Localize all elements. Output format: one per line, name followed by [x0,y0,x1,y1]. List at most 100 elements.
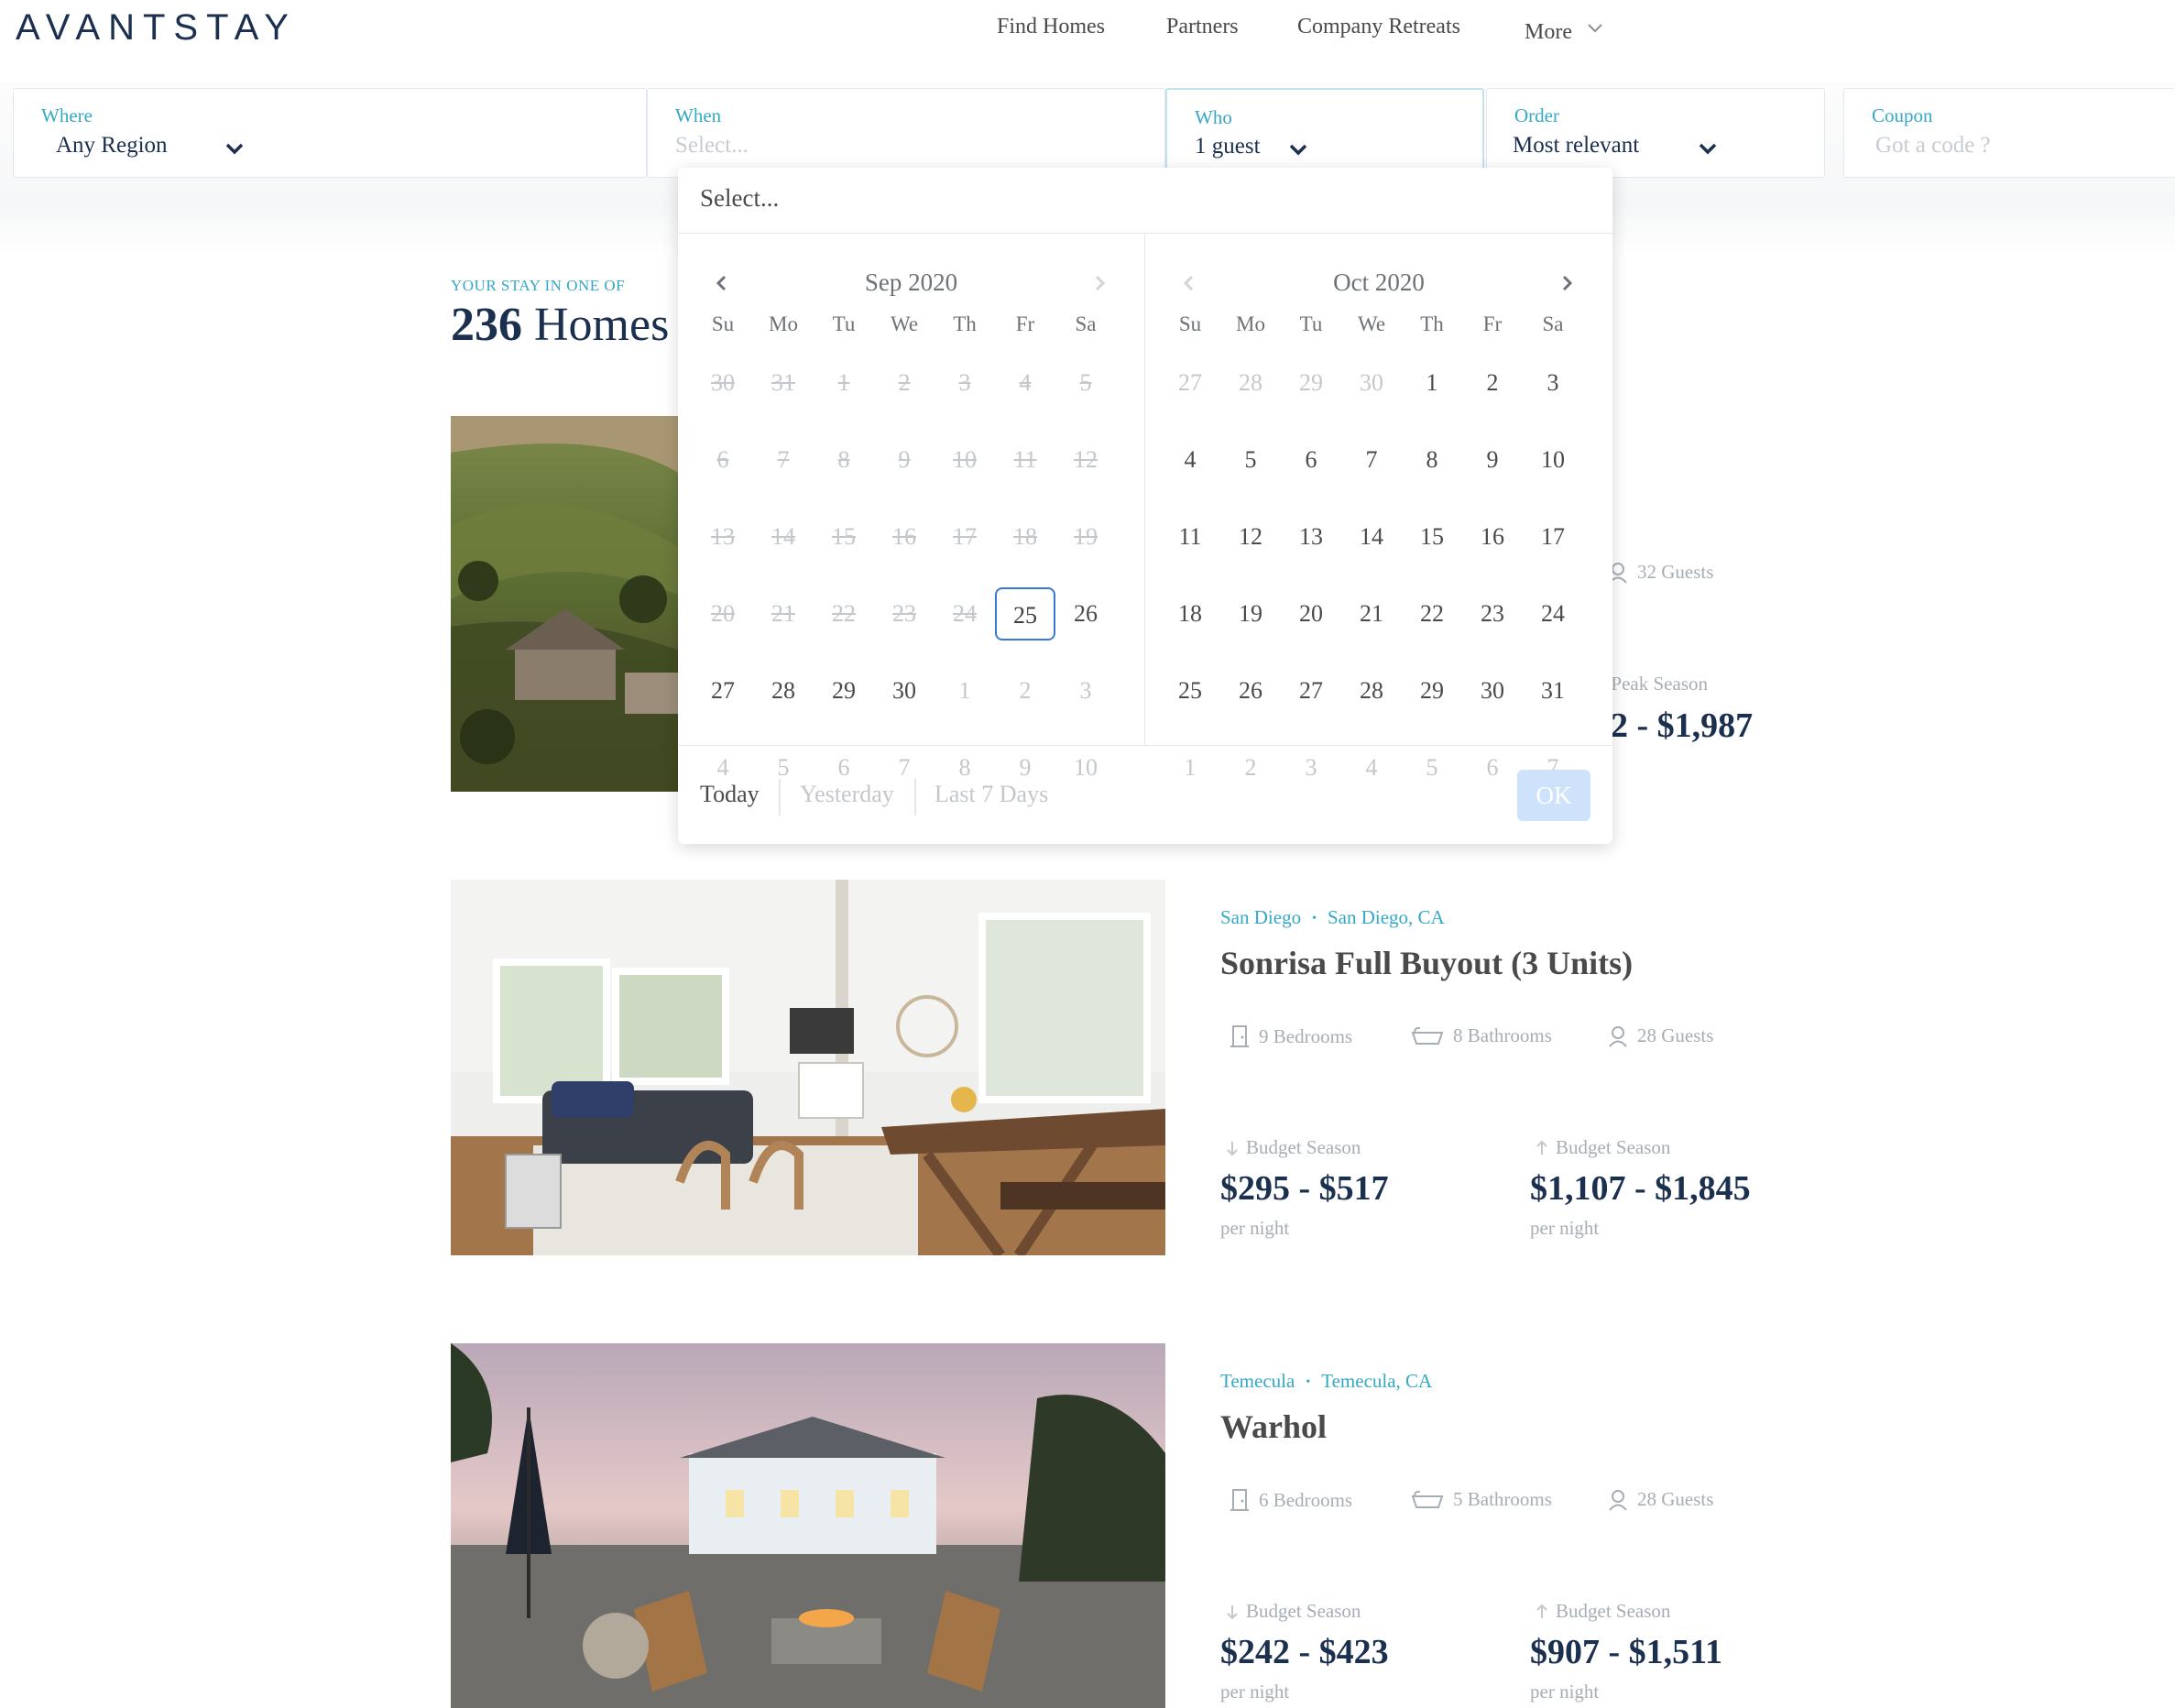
day-cell[interactable]: 27 [1160,356,1220,410]
bathtub-icon [1411,1026,1444,1045]
day-cell[interactable]: 30 [1462,664,1523,717]
week-row: 30 31 1 2 3 4 5 [693,356,1116,410]
day-cell[interactable]: 30 [874,664,934,717]
listing-3-city[interactable]: Temecula, CA [1321,1370,1432,1392]
chevron-down-icon [1699,143,1717,155]
day-cell[interactable]: 22 [1402,587,1462,640]
day-cell[interactable]: 23 [1462,587,1523,640]
ok-button[interactable]: OK [1517,770,1590,821]
day-cell[interactable]: 1 [1402,356,1462,410]
day-cell[interactable]: 4 [1160,433,1220,487]
day-cell[interactable]: 3 [1523,356,1583,410]
nav-partners[interactable]: Partners [1166,15,1239,39]
filter-coupon-input[interactable]: Got a code ? [1875,133,1991,159]
day-cell[interactable]: 13 [1281,510,1341,564]
listing-image-2[interactable] [451,880,1165,1255]
range-last-7-days-button[interactable]: Last 7 Days [934,781,1048,808]
day-cell[interactable]: 27 [693,664,753,717]
day-cell[interactable]: 21 [1341,587,1402,640]
day-cell[interactable]: 28 [1341,664,1402,717]
listing-3-title[interactable]: Warhol [1220,1407,1327,1446]
day-cell[interactable]: 12 [1220,510,1281,564]
week-row: 4 5 6 7 8 9 10 [1160,433,1583,487]
day-cell[interactable]: 3 [1055,664,1116,717]
day-cell: 8 [837,446,850,473]
listing-2-title[interactable]: Sonrisa Full Buyout (3 Units) [1220,944,1633,982]
day-cell[interactable]: 18 [1160,587,1220,640]
filter-who[interactable]: Who 1 guest [1165,88,1484,178]
nav-company-retreats[interactable]: Company Retreats [1297,15,1460,39]
day-cell[interactable]: 26 [1055,587,1116,640]
weekday-label: We [890,312,919,335]
day-cell[interactable]: 11 [1160,510,1220,564]
day-cell: 22 [832,600,856,627]
day-cell[interactable]: 17 [1523,510,1583,564]
weekday-header-right: Su Mo Tu We Th Fr Sa [1160,312,1583,336]
nav-find-homes[interactable]: Find Homes [997,15,1105,39]
day-cell[interactable]: 29 [814,664,874,717]
day-cell[interactable]: 28 [1220,356,1281,410]
picker-header: Select... [678,168,1612,234]
filter-coupon[interactable]: Coupon Got a code ? [1843,88,2175,178]
day-cell[interactable]: 8 [1402,433,1462,487]
range-yesterday-button[interactable]: Yesterday [800,781,894,808]
day-cell: 9 [898,446,911,473]
day-cell: 3 [958,369,971,396]
filter-when[interactable]: When Select... [647,88,1165,178]
day-cell[interactable]: 5 [1220,433,1281,487]
day-cell[interactable]: 19 [1220,587,1281,640]
listing-2-guests-text: 28 Guests [1637,1024,1714,1046]
day-cell[interactable]: 27 [1281,664,1341,717]
day-cell[interactable]: 7 [1341,433,1402,487]
day-cell: 19 [1074,523,1098,550]
day-cell[interactable]: 6 [1281,433,1341,487]
brand-logo[interactable]: AVANTSTAY [16,7,297,49]
day-cell[interactable]: 30 [1341,356,1402,410]
listing-1-price-high: 2 - $1,987 [1611,706,1754,745]
day-cell: 15 [832,523,856,550]
listing-3-region[interactable]: Temecula [1220,1370,1295,1392]
filter-where-label: Where [41,104,93,126]
weekday-label: Sa [1542,312,1564,335]
listing-3-location: Temecula • Temecula, CA [1220,1370,1432,1393]
day-cell[interactable]: 2 [1462,356,1523,410]
chevron-down-icon [1289,144,1307,156]
day-cell: 20 [711,600,735,627]
day-cell[interactable]: 20 [1281,587,1341,640]
range-today-button[interactable]: Today [700,781,760,808]
filter-where[interactable]: Where Any Region [13,88,647,178]
day-cell[interactable]: 28 [753,664,814,717]
listing-image-3[interactable] [451,1343,1165,1708]
day-cell[interactable]: 9 [1462,433,1523,487]
chevron-right-icon[interactable] [1561,274,1574,292]
day-cell[interactable]: 10 [1523,433,1583,487]
day-cell[interactable]: 1 [934,664,995,717]
separator-dot: • [1312,912,1317,926]
day-cell[interactable]: 14 [1341,510,1402,564]
listing-2-region[interactable]: San Diego [1220,906,1301,928]
day-cell[interactable]: 26 [1220,664,1281,717]
nav-more[interactable]: More [1525,20,1603,45]
day-cell[interactable]: 2 [995,664,1055,717]
day-cell[interactable]: 15 [1402,510,1462,564]
day-cell-selected[interactable]: 25 [995,587,1055,640]
divider [779,779,781,816]
listing-2-bathrooms-text: 8 Bathrooms [1453,1024,1552,1046]
weekday-label: Fr [1015,312,1035,335]
filter-when-placeholder: Select... [675,133,749,158]
listing-2-city[interactable]: San Diego, CA [1328,906,1445,928]
day-cell[interactable]: 31 [1523,664,1583,717]
day-cell[interactable]: 16 [1462,510,1523,564]
weekday-label: Tu [832,312,856,335]
day-cell: 7 [777,446,790,473]
weekday-label: Mo [1236,312,1265,335]
week-row: 27 28 29 30 1 2 3 [1160,356,1583,410]
day-cell[interactable]: 29 [1402,664,1462,717]
listing-2-guests: 28 Guests [1608,1024,1713,1047]
day-cell[interactable]: 29 [1281,356,1341,410]
filter-order[interactable]: Order Most relevant [1486,88,1825,178]
listing-1-guests: 32 Guests [1608,561,1713,584]
calendar-month-sep: Sep 2020 Su Mo Tu We Th Fr Sa 30 31 1 2 3 4 5 6 7 8 9 10 1… [678,234,1145,781]
day-cell[interactable]: 24 [1523,587,1583,640]
day-cell[interactable]: 25 [1160,664,1220,717]
